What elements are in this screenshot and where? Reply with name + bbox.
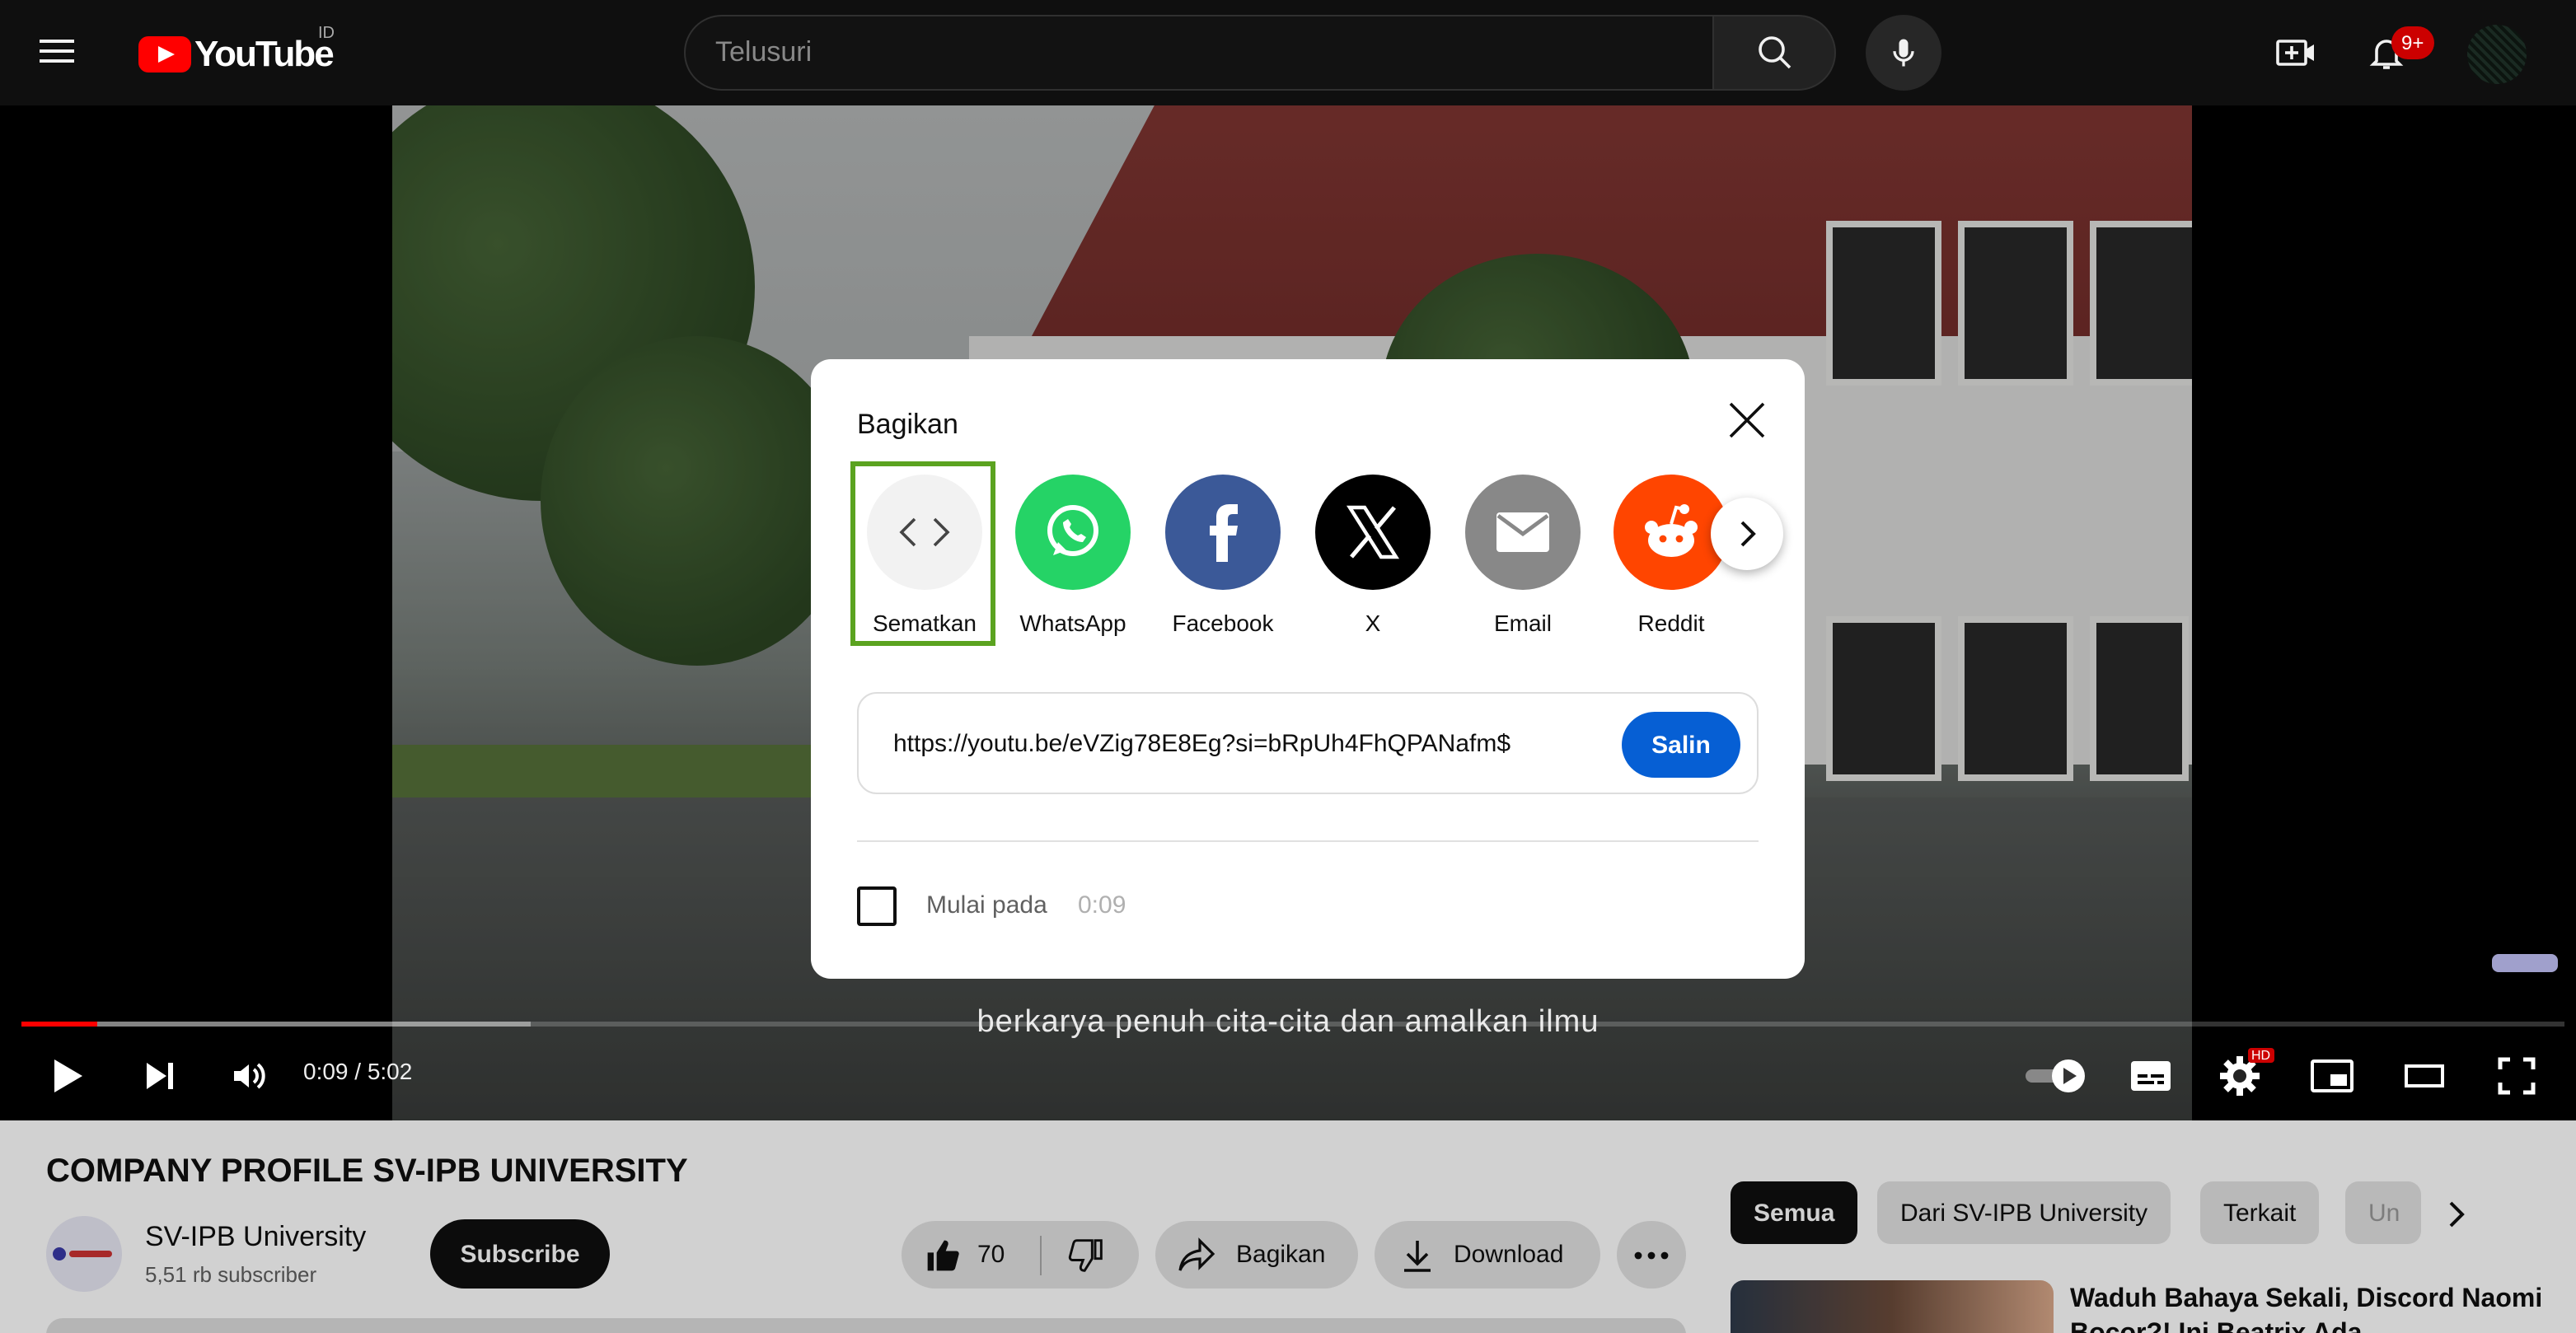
create-button[interactable] <box>2263 23 2329 82</box>
menu-icon[interactable] <box>40 33 99 72</box>
masthead: YouTube ID 9+ <box>0 0 2576 105</box>
share-target-whatsapp[interactable]: WhatsApp <box>1005 475 1140 636</box>
search-input[interactable] <box>715 16 1688 89</box>
share-dialog: Bagikan Sematkan WhatsApp Facebook X Ema… <box>811 359 1805 979</box>
page-dim-overlay <box>0 1120 2576 1333</box>
search-icon <box>1758 36 1791 69</box>
start-at-label: Mulai pada <box>926 891 1047 919</box>
embed-highlight-box <box>850 461 995 646</box>
share-url-box: https://youtu.be/eVZig78E8Eg?si=bRpUh4Fh… <box>857 692 1759 794</box>
progress-played <box>21 1022 98 1027</box>
progress-bar[interactable] <box>21 1022 2564 1027</box>
mute-button[interactable] <box>221 1048 277 1104</box>
close-icon <box>1729 402 1765 438</box>
create-video-icon <box>2276 40 2314 66</box>
channel-watermark[interactable] <box>2492 954 2558 972</box>
share-target-label: Reddit <box>1637 610 1705 636</box>
hd-badge: HD <box>2248 1048 2274 1063</box>
play-button[interactable] <box>40 1048 96 1104</box>
close-button[interactable] <box>1719 392 1775 448</box>
share-targets-next-button[interactable] <box>1711 498 1783 570</box>
autoplay-toggle-icon <box>2026 1059 2085 1092</box>
country-code: ID <box>318 25 335 43</box>
youtube-logo[interactable]: YouTube ID <box>138 25 335 74</box>
fullscreen-button[interactable] <box>2489 1048 2545 1104</box>
search-button[interactable] <box>1712 15 1836 91</box>
share-target-facebook[interactable]: Facebook <box>1155 475 1290 636</box>
youtube-play-logo-icon <box>138 36 191 72</box>
volume-icon <box>234 1063 265 1089</box>
facebook-icon <box>1165 475 1281 590</box>
search-box <box>684 15 1714 91</box>
miniplayer-icon <box>2311 1059 2354 1092</box>
fullscreen-icon <box>2498 1057 2536 1095</box>
share-target-x[interactable]: X <box>1305 475 1440 636</box>
share-target-label: X <box>1365 610 1381 636</box>
play-icon <box>54 1059 82 1092</box>
logo-wordmark: YouTube <box>194 33 335 74</box>
share-target-label: Facebook <box>1172 610 1274 636</box>
theater-mode-button[interactable] <box>2396 1051 2452 1101</box>
autoplay-toggle[interactable] <box>2021 1051 2096 1101</box>
copy-button[interactable]: Salin <box>1622 712 1740 778</box>
miniplayer-button[interactable] <box>2304 1051 2360 1101</box>
next-button[interactable] <box>132 1048 188 1104</box>
notification-badge: 9+ <box>2391 26 2434 59</box>
share-target-label: Email <box>1493 610 1552 636</box>
account-avatar[interactable] <box>2467 25 2527 84</box>
x-icon <box>1315 475 1431 590</box>
share-dialog-title: Bagikan <box>857 409 958 440</box>
start-at-checkbox[interactable] <box>857 886 897 926</box>
subtitles-icon <box>2131 1061 2171 1091</box>
microphone-icon <box>1893 39 1914 67</box>
share-target-label: WhatsApp <box>1019 610 1126 636</box>
app-root: YouTube ID 9+ <box>0 0 2576 1333</box>
skip-next-icon <box>147 1063 173 1089</box>
whatsapp-icon <box>1015 475 1131 590</box>
voice-search-button[interactable] <box>1866 15 1941 91</box>
time-display: 0:09 / 5:02 <box>303 1058 413 1084</box>
settings-button[interactable]: HD <box>2212 1048 2274 1104</box>
subtitles-button[interactable] <box>2123 1051 2179 1101</box>
share-target-email[interactable]: Email <box>1455 475 1590 636</box>
theater-mode-icon <box>2405 1064 2444 1087</box>
share-url-field[interactable]: https://youtu.be/eVZig78E8Eg?si=bRpUh4Fh… <box>893 730 1556 758</box>
divider <box>857 840 1759 842</box>
chevron-right-icon <box>1740 521 1756 547</box>
start-at-time: 0:09 <box>1078 891 1126 919</box>
progress-buffered <box>21 1022 531 1027</box>
email-icon <box>1465 475 1581 590</box>
